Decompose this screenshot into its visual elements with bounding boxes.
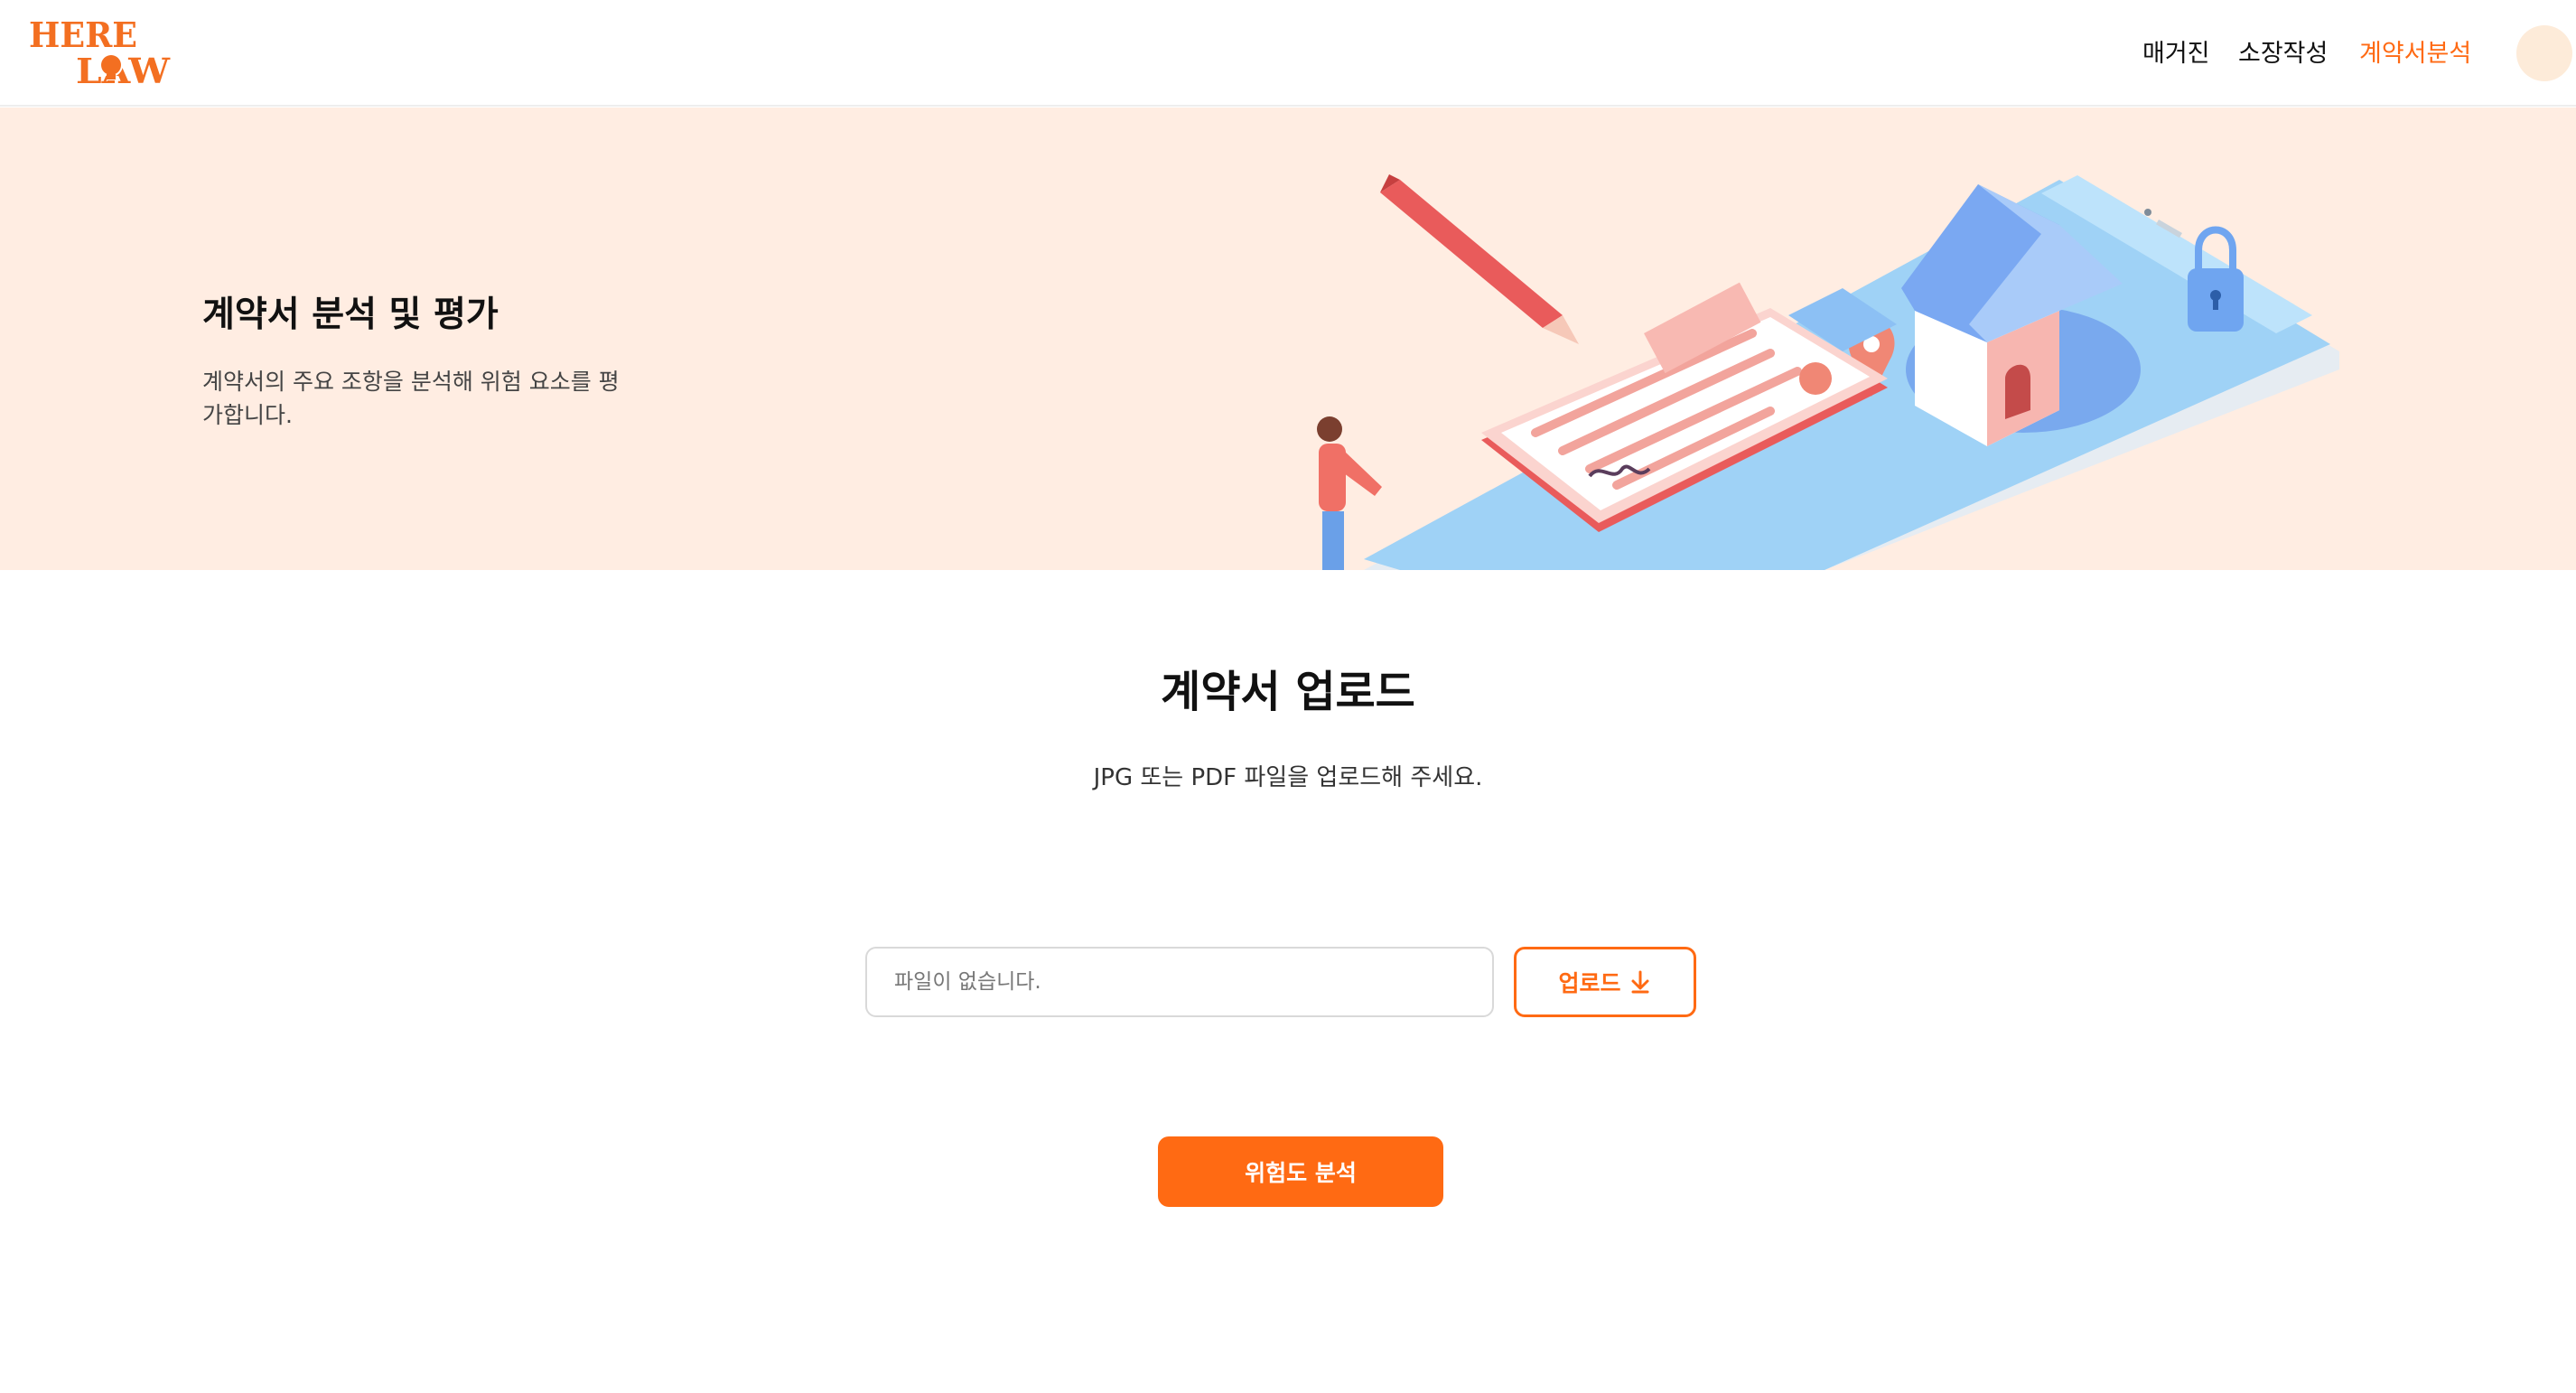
upload-title: 계약서 업로드 <box>1161 667 1415 717</box>
logo-mark-icon: HERE LAW <box>29 14 171 87</box>
logo-text-top: HERE <box>29 14 137 55</box>
download-arrow-icon <box>1631 970 1648 994</box>
profile-avatar-button[interactable] <box>2516 25 2572 81</box>
top-header: HERE LAW 매거진 소장작성 계약서분석 <box>0 0 2576 107</box>
upload-button[interactable]: 업로드 <box>1514 947 1696 1017</box>
file-name-field[interactable] <box>865 947 1494 1017</box>
hero-banner: 계약서 분석 및 평가 계약서의 주요 조항을 분석해 위험 요소를 평가합니다… <box>0 108 2576 570</box>
hero-description: 계약서의 주요 조항을 분석해 위험 요소를 평가합니다. <box>202 369 620 428</box>
nav-complaint-writing[interactable]: 소장작성 <box>2238 33 2328 76</box>
nav-contract-analysis[interactable]: 계약서분석 <box>2359 33 2471 76</box>
hero-title: 계약서 분석 및 평가 <box>202 294 499 335</box>
upload-description: JPG 또는 PDF 파일을 업로드해 주세요. <box>1093 764 1483 791</box>
upload-button-label: 업로드 <box>1558 970 1621 996</box>
analyze-risk-button[interactable]: 위험도 분석 <box>1158 1136 1443 1207</box>
nav-magazine[interactable]: 매거진 <box>2142 33 2210 76</box>
logo-text-bottom: LAW <box>76 51 171 87</box>
contract-house-illustration <box>1317 174 2339 570</box>
herelaw-logo[interactable]: HERE LAW <box>27 14 175 87</box>
